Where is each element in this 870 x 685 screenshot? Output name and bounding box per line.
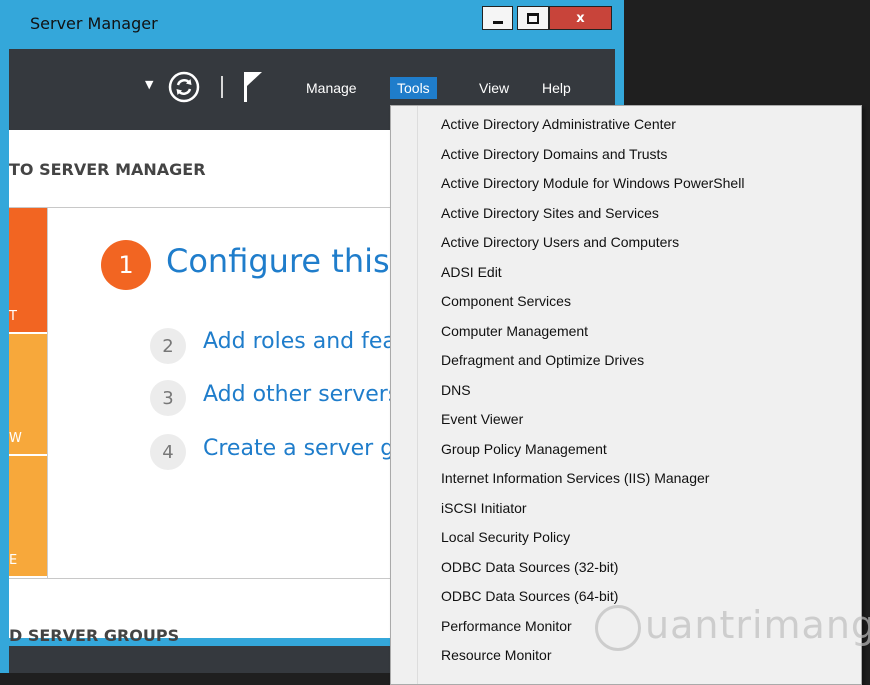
close-icon: x	[576, 10, 585, 26]
menu-item-adsi-edit[interactable]: ADSI Edit	[391, 258, 861, 288]
title-bar[interactable]: Server Manager x	[0, 0, 624, 49]
toolbar-separator	[221, 76, 223, 98]
menu-view[interactable]: View	[472, 77, 516, 99]
tools-menu-list: Active Directory Administrative Center A…	[391, 110, 861, 671]
window-title: Server Manager	[30, 14, 158, 33]
welcome-heading: TO SERVER MANAGER	[9, 160, 206, 179]
step-number-1: 1	[101, 240, 151, 290]
add-servers-link[interactable]: Add other servers	[203, 382, 399, 407]
dropdown-arrow-icon[interactable]: ▼	[145, 78, 153, 91]
menu-item-odbc-32[interactable]: ODBC Data Sources (32-bit)	[391, 553, 861, 583]
close-button[interactable]: x	[549, 6, 612, 30]
tile-label: W	[9, 431, 22, 446]
maximize-button[interactable]	[517, 6, 549, 30]
step-number-3: 3	[150, 380, 186, 416]
menu-manage[interactable]: Manage	[299, 77, 364, 99]
learn-more-tile[interactable]: E	[9, 456, 47, 576]
menu-item-ad-powershell[interactable]: Active Directory Module for Windows Powe…	[391, 169, 861, 199]
menu-item-iscsi-initiator[interactable]: iSCSI Initiator	[391, 494, 861, 524]
menu-item-iis-manager[interactable]: Internet Information Services (IIS) Mana…	[391, 464, 861, 494]
menu-item-ad-users-computers[interactable]: Active Directory Users and Computers	[391, 228, 861, 258]
menu-item-ad-sites-services[interactable]: Active Directory Sites and Services	[391, 199, 861, 229]
watermark-text: uantrimang	[645, 603, 870, 647]
whats-new-tile[interactable]: W	[9, 334, 47, 454]
watermark-logo-icon	[595, 604, 641, 651]
tile-label: E	[9, 553, 18, 568]
maximize-icon	[527, 12, 539, 24]
menu-item-computer-management[interactable]: Computer Management	[391, 317, 861, 347]
menu-item-component-services[interactable]: Component Services	[391, 287, 861, 317]
menu-help[interactable]: Help	[535, 77, 578, 99]
refresh-icon[interactable]	[167, 70, 201, 104]
watermark: uantrimang	[595, 603, 870, 651]
menu-item-local-security-policy[interactable]: Local Security Policy	[391, 523, 861, 553]
create-server-group-link[interactable]: Create a server gr	[203, 436, 403, 461]
minimize-icon	[492, 20, 503, 24]
menu-item-defragment[interactable]: Defragment and Optimize Drives	[391, 346, 861, 376]
menu-item-dns[interactable]: DNS	[391, 376, 861, 406]
menu-item-ad-domains-trusts[interactable]: Active Directory Domains and Trusts	[391, 140, 861, 170]
notification-flag-icon[interactable]	[243, 71, 263, 103]
tools-dropdown-menu: Active Directory Administrative Center A…	[390, 105, 862, 685]
server-groups-heading: D SERVER GROUPS	[9, 626, 180, 645]
menu-item-ad-admin-center[interactable]: Active Directory Administrative Center	[391, 110, 861, 140]
add-roles-link[interactable]: Add roles and feat	[203, 329, 404, 354]
quick-start-tile[interactable]: T	[9, 208, 47, 332]
menu-item-event-viewer[interactable]: Event Viewer	[391, 405, 861, 435]
step-number-2: 2	[150, 328, 186, 364]
minimize-button[interactable]	[482, 6, 513, 30]
tile-label: T	[9, 309, 17, 324]
step-number-4: 4	[150, 434, 186, 470]
menu-item-group-policy[interactable]: Group Policy Management	[391, 435, 861, 465]
menu-tools[interactable]: Tools	[390, 77, 437, 99]
divider	[47, 208, 48, 578]
